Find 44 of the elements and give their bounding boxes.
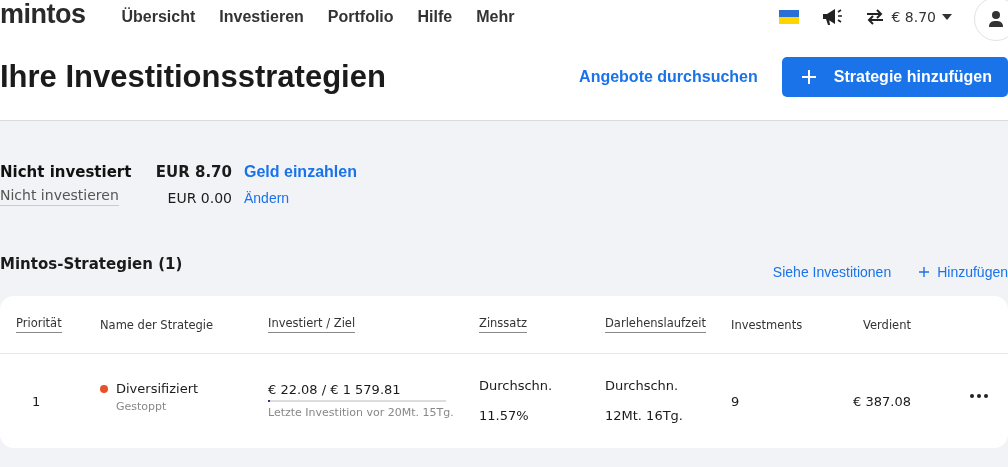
section-link[interactable]: Siehe Investitionen — [772, 264, 892, 280]
column-header: Name der Strategie — [100, 317, 214, 332]
plus-icon — [919, 267, 930, 277]
page-title: Ihre Investitionsstrategien — [0, 59, 386, 95]
section-title: Mintos-Strategien (1) — [0, 255, 183, 273]
plus-icon — [801, 70, 816, 84]
nav-link[interactable]: Investieren — [219, 8, 304, 26]
summary-amount: EUR 0.00 — [166, 190, 232, 206]
strategy-name[interactable]: Diversifiziert — [100, 381, 268, 396]
table-cell-text: 1 — [31, 393, 42, 409]
column-header: Investments — [731, 317, 803, 332]
balance-selector[interactable]: € 8.70 — [865, 9, 952, 25]
column-header[interactable]: Investiert / Ziel — [268, 316, 356, 333]
strategy-status: Gestoppt — [115, 400, 168, 413]
user-avatar[interactable] — [974, 0, 1008, 41]
more-button[interactable] — [968, 392, 990, 400]
summary-label: Nicht investiert — [0, 163, 132, 181]
caret-icon — [942, 14, 952, 20]
column-header[interactable]: Priorität — [16, 316, 62, 333]
last-investment: Letzte Investition vor 20Mt. 15Tg. — [268, 404, 455, 421]
invested-amount: € 22.08 / € 1 579.81 — [268, 381, 402, 397]
nav-link[interactable]: Hilfe — [417, 8, 453, 26]
column-header[interactable]: Zinssatz — [479, 316, 527, 333]
column-header: Verdient — [863, 317, 911, 332]
logo[interactable]: mintos — [0, 0, 86, 30]
table-cell: € 387.08 — [853, 393, 911, 409]
flag-icon[interactable] — [779, 10, 800, 24]
table-cell-text: 9 — [731, 393, 741, 409]
summary-link[interactable]: Geld einzahlen — [244, 163, 374, 181]
user-icon — [989, 11, 1003, 27]
nav-link[interactable]: Mehr — [476, 8, 515, 26]
add-strategy-button[interactable]: Strategie hinzufügen — [781, 57, 1008, 97]
table-cell-text: Durchschn. 11.57% — [479, 377, 554, 425]
nav-link[interactable]: Portfolio — [327, 8, 394, 26]
browse-link[interactable]: Angebote durchsuchen — [579, 68, 758, 86]
summary-label[interactable]: Nicht investieren — [0, 187, 119, 206]
summary-link[interactable]: Ändern — [244, 190, 374, 206]
summary-amount: EUR 8.70 — [154, 163, 232, 181]
column-header[interactable]: Darlehenslaufzeit — [605, 316, 706, 333]
table-cell-text: Durchschn. 12Mt. 16Tg. — [605, 377, 684, 425]
transfer-icon — [865, 9, 886, 25]
nav-link[interactable]: Übersicht — [121, 8, 196, 26]
section-link[interactable]: Hinzufügen — [919, 264, 1008, 280]
megaphone-icon[interactable] — [821, 7, 844, 27]
